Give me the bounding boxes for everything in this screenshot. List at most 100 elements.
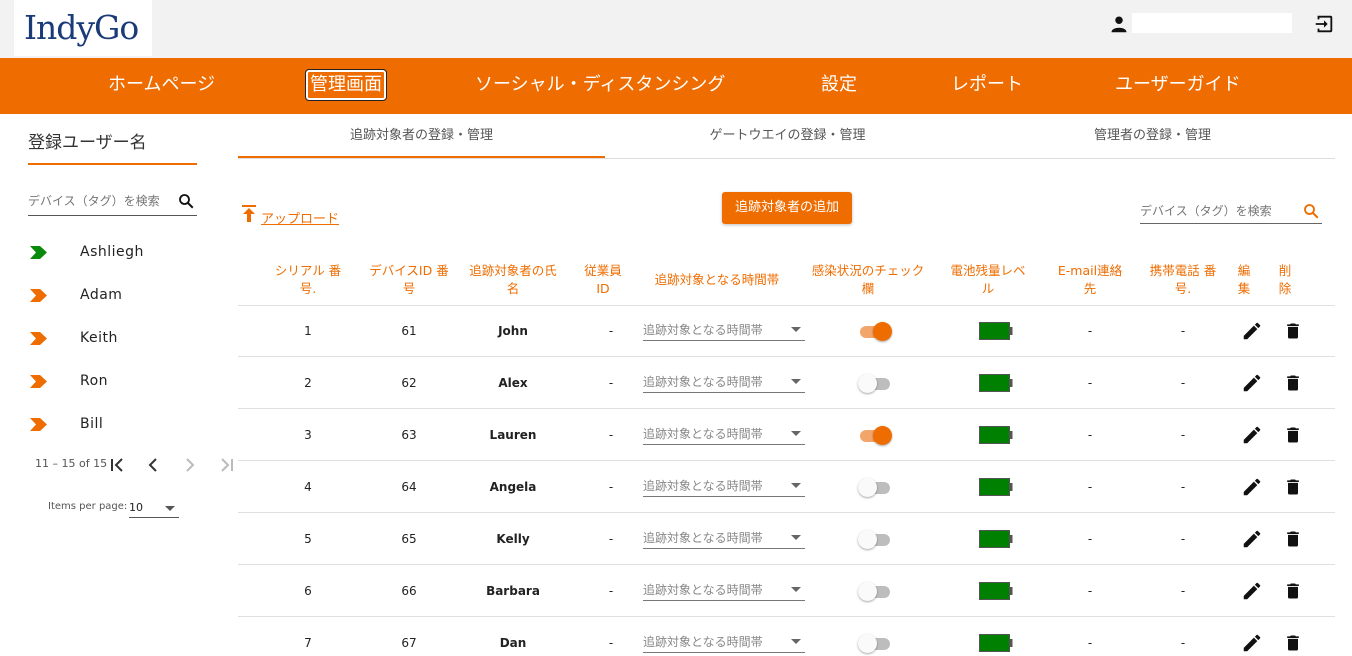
infection-toggle[interactable] [858,529,892,549]
cell-employee-id: - [608,376,614,390]
user-list-item[interactable]: Keith [28,326,208,352]
tracking-time-select[interactable]: 追跡対象となる時間帯 [643,475,805,497]
cell-device-id: 64 [401,480,417,494]
cell-serial: 7 [304,636,312,650]
previous-page-icon[interactable] [143,455,163,475]
nav-report[interactable]: レポート [951,72,1023,98]
cell-device-id: 63 [401,428,417,442]
header-serial: シリアル 番号. [274,263,342,296]
add-tracked-person-button[interactable]: 追跡対象者の追加 [722,192,852,224]
user-list-item-name: Ashliegh [80,244,144,260]
cell-name: Alex [498,376,528,390]
dropdown-caret-icon [791,327,801,332]
cell-name: Angela [489,480,537,494]
infection-toggle[interactable] [858,321,892,341]
delete-icon[interactable] [1283,580,1303,602]
main-nav: ホームページ 管理画面 ソーシャル・ディスタンシング 設定 レポート ユーザーガ… [0,58,1352,114]
infection-toggle[interactable] [858,425,892,445]
logo-text: IndyGo [24,8,139,47]
cell-serial: 2 [304,376,312,390]
delete-icon[interactable] [1283,372,1303,394]
edit-icon[interactable] [1241,580,1263,602]
first-page-icon[interactable] [108,455,128,475]
logout-icon[interactable] [1313,13,1335,35]
cell-phone: - [1180,584,1186,598]
cell-email: - [1087,428,1093,442]
sidebar-search-input[interactable] [28,194,173,208]
infection-toggle[interactable] [858,373,892,393]
cell-employee-id: - [608,532,614,546]
cell-name: Lauren [489,428,537,442]
battery-icon [979,530,1013,548]
toggle-knob [858,634,877,653]
toggle-knob [858,582,877,601]
search-icon[interactable] [1302,202,1320,220]
cell-phone: - [1180,636,1186,650]
tracking-time-select[interactable]: 追跡対象となる時間帯 [643,319,805,341]
table-row: 3 63 Lauren - 追跡対象となる時間帯 - - [238,409,1335,461]
last-page-icon[interactable] [216,455,236,475]
edit-icon[interactable] [1241,424,1263,446]
nav-admin[interactable]: 管理画面 [305,69,387,101]
toggle-knob [873,426,892,445]
cell-name: Kelly [496,532,530,546]
items-per-page-value: 10 [129,501,143,514]
dropdown-caret-icon [791,535,801,540]
tracking-time-select[interactable]: 追跡対象となる時間帯 [643,631,805,653]
tab-tracked-persons[interactable]: 追跡対象者の登録・管理 [238,126,605,158]
delete-icon[interactable] [1283,424,1303,446]
cell-employee-id: - [608,584,614,598]
paginator-range: 11 – 15 of 15 [35,457,108,470]
delete-icon[interactable] [1283,320,1303,342]
items-per-page-select[interactable]: 10 [129,498,179,518]
edit-icon[interactable] [1241,372,1263,394]
header-employee-id: 従業員 ID [584,263,622,296]
user-list-item-name: Keith [80,330,118,346]
device-search-input[interactable] [1140,204,1290,218]
delete-icon[interactable] [1283,528,1303,550]
tracking-time-select[interactable]: 追跡対象となる時間帯 [643,527,805,549]
tab-administrators[interactable]: 管理者の登録・管理 [970,126,1335,158]
battery-icon [979,478,1013,496]
infection-toggle[interactable] [858,581,892,601]
infection-toggle[interactable] [858,477,892,497]
device-search [1140,198,1322,224]
cell-email: - [1087,480,1093,494]
header-tracking-time: 追跡対象となる時間帯 [654,272,780,287]
nav-settings[interactable]: 設定 [821,72,857,98]
tab-gateways[interactable]: ゲートウエイの登録・管理 [605,126,970,158]
nav-social-distancing[interactable]: ソーシャル・ディスタンシング [475,72,725,98]
cell-phone: - [1180,532,1186,546]
chevron-arrow-icon [30,246,47,259]
delete-icon[interactable] [1283,476,1303,498]
user-list-item[interactable]: Adam [28,283,208,309]
tracking-time-select[interactable]: 追跡対象となる時間帯 [643,423,805,445]
cell-device-id: 65 [401,532,417,546]
dropdown-caret-icon [791,639,801,644]
tracking-time-placeholder: 追跡対象となる時間帯 [643,583,763,597]
nav-user-guide[interactable]: ユーザーガイド [1115,72,1241,98]
user-list-item[interactable]: Bill [28,412,208,438]
edit-icon[interactable] [1241,320,1263,342]
toggle-knob [858,478,877,497]
battery-icon [979,322,1013,340]
edit-icon[interactable] [1241,476,1263,498]
user-list-item[interactable]: Ashliegh [28,240,208,266]
sidebar-title-underline [28,163,197,165]
user-list-item[interactable]: Ron [28,369,208,395]
edit-icon[interactable] [1241,528,1263,550]
cell-email: - [1087,324,1093,338]
user-name-field [1132,13,1292,33]
cell-device-id: 67 [401,636,417,650]
edit-icon[interactable] [1241,632,1263,654]
tracking-time-select[interactable]: 追跡対象となる時間帯 [643,579,805,601]
search-icon[interactable] [177,192,195,210]
infection-toggle[interactable] [858,633,892,653]
tracking-time-placeholder: 追跡対象となる時間帯 [643,427,763,441]
cell-employee-id: - [608,480,614,494]
cell-email: - [1087,584,1093,598]
nav-home[interactable]: ホームページ [108,72,215,98]
delete-icon[interactable] [1283,632,1303,654]
tracking-time-select[interactable]: 追跡対象となる時間帯 [643,371,805,393]
next-page-icon[interactable] [180,455,200,475]
